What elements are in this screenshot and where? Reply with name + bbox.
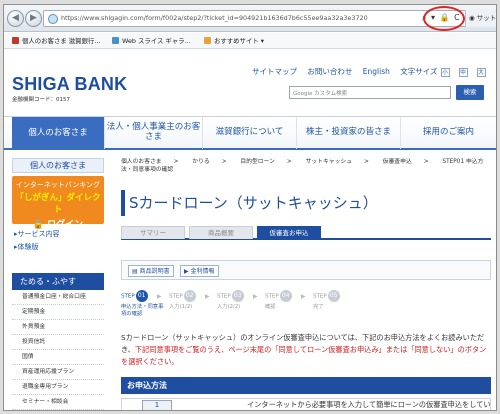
contact-link[interactable]: お問い合わせ [307,67,352,76]
font-size-large-button[interactable]: 大 [476,68,486,77]
step-arrow-icon: ▶ [205,293,210,300]
breadcrumb: 個人のお客さま > かりる > 目的型ローン > サットキャッシュ > 仮審査申込 > S… [121,158,491,176]
breadcrumb-item[interactable]: 目的型ローン [240,159,275,165]
demo-link[interactable]: ▸体験版 [14,242,39,252]
favorite-icon [204,37,211,44]
category-heading: ためる・ふやす [12,273,104,290]
step-arrow-icon: ▶ [301,293,306,300]
apply-method-heading: お申込方法 [121,377,491,394]
search-input[interactable]: Google カスタム検索 [289,86,451,99]
url-text: https://www.shigagin.com/form/f002a/step… [61,14,368,22]
sitemap-link[interactable]: サイトマップ [252,67,297,76]
sidebar-sub-item[interactable]: 外貨預金 [12,320,104,335]
tab-apply[interactable]: 仮審査お申込 [257,226,321,239]
browser-window: ◀ ▶ https://www.shigagin.com/form/f002a/… [3,4,497,411]
tab-title: サットキ [476,14,497,22]
step-arrow-icon: ▶ [253,293,258,300]
product-doc-button[interactable]: ▤ 商品説明書 [128,265,174,277]
nav-business[interactable]: 法人・個人事業主のお客さま [104,117,202,149]
breadcrumb-sep: > [221,159,227,165]
red-annotation-circle [423,6,465,31]
font-size-small-button[interactable]: 小 [440,68,450,77]
apply-method-row: 1 インターネットから必要事項を入力して簡単にローンの仮審査申込をしてい [121,398,491,410]
tab-favicon-icon: ◉ [469,14,477,22]
font-size-label: 文字サイズ [400,67,438,76]
tab-summary[interactable]: サマリー [121,226,185,239]
breadcrumb-sep: > [286,159,292,165]
breadcrumb-sep: > [364,159,369,165]
apply-row-number: 1 [142,400,172,410]
back-icon[interactable]: ◀ [7,10,24,27]
breadcrumb-item[interactable]: 個人のお客さま [121,159,162,165]
breadcrumb-item[interactable]: かりる [192,159,209,165]
apply-row-text: インターネットから必要事項を入力して簡単にローンの仮審査申込をしてい [247,400,491,409]
browser-tab[interactable]: ◉ サットキ [465,10,497,27]
sidebar-sub-item[interactable]: 普通預金口座・総合口座 [12,290,104,305]
intro-red: 下記同意事項をご覧のうえ、ページ末尾の「同意してローン仮審査お申込み」または「同… [121,345,487,366]
address-bar: ◀ ▶ https://www.shigagin.com/form/f002a/… [4,5,496,32]
sidebar-heading: 個人のお客さま [12,158,104,173]
favorite-icon [12,37,19,44]
nav-personal[interactable]: 個人のお客さま [12,117,104,150]
sidebar-sub-item[interactable]: 投資信託 [12,335,104,350]
tab-bar: サマリー 商品概要 仮審査お申込 [121,226,491,240]
rate-info-button[interactable]: ▶ 金利情報 [180,265,219,277]
internet-banking-box[interactable]: インターネットバンキング 「しがぎん」ダイレクト 🔒 ログイン [12,176,104,230]
site-favicon-icon [48,14,58,24]
bank-code: 金融機関コード：0157 [12,97,70,103]
sidebar-sub-item[interactable]: 退職金専用プラン [12,380,104,395]
web-page: SHIGA BANK 金融機関コード：0157 サイトマップ お問い合わせ En… [4,50,496,410]
ibank-line1: インターネットバンキング [15,181,101,189]
favorite-item[interactable]: 個人のお客さま 滋賀銀行... [12,36,100,45]
favorite-item[interactable]: おすすめサイト ▾ [204,36,264,45]
sidebar-sub-item[interactable]: 資産運用応援プラン [12,365,104,380]
step-5: STEP 05 完了 [313,290,357,311]
nav-about[interactable]: 滋賀銀行について [202,117,296,149]
nav-investors[interactable]: 株主・投資家の皆さま [296,117,400,149]
page-title: Sカードローン（サットキャッシュ） [121,190,491,216]
tab-overview[interactable]: 商品概要 [189,226,253,239]
sidebar-sub-item[interactable]: セミナー・相談会 [12,395,104,410]
url-input[interactable]: https://www.shigagin.com/form/f002a/step… [43,10,475,27]
ibank-line2: 「しがぎん」ダイレクト [15,193,101,215]
step-indicator: STEP 01 申込方法・同意事項の確認 ▶ STEP 02 入力(1/2) ▶ STE… [121,290,491,320]
favorite-icon [112,37,119,44]
breadcrumb-item[interactable]: サットキャッシュ [306,159,352,165]
forward-icon[interactable]: ▶ [25,10,42,27]
nav-recruit[interactable]: 採用のご案内 [400,117,496,149]
global-nav: 個人のお客さま 法人・個人事業主のお客さま 滋賀銀行について 株主・投資家の皆さ… [4,116,496,150]
step-arrow-icon: ▶ [157,293,162,300]
sidebar-sub-item[interactable]: 定期預金 [12,305,104,320]
favorites-bar: 個人のお客さま 滋賀銀行... Web スライス ギャラ... おすすめサイト … [4,33,496,49]
breadcrumb-item[interactable]: 仮審査申込 [383,159,412,165]
breadcrumb-sep: > [173,159,179,165]
intro-text: Sカードローン（サットキャッシュ）のオンライン仮審査申込については、下記のお申込… [121,332,491,372]
font-size-medium-button[interactable]: 中 [458,68,468,77]
document-links: ▤ 商品説明書 ▶ 金利情報 [121,260,491,280]
favorite-item[interactable]: Web スライス ギャラ... [112,36,191,45]
document-icon: ▤ [132,268,140,275]
sidebar-sub-item[interactable]: 国債 [12,350,104,365]
breadcrumb-sep: > [423,159,429,165]
utility-links: サイトマップ お問い合わせ English 文字サイズ小中大 [252,66,494,77]
bank-logo[interactable]: SHIGA BANK [12,74,127,95]
english-link[interactable]: English [363,67,390,76]
service-link[interactable]: ▸サービス内容 [14,229,60,239]
search-button[interactable]: 検索 [456,85,484,100]
